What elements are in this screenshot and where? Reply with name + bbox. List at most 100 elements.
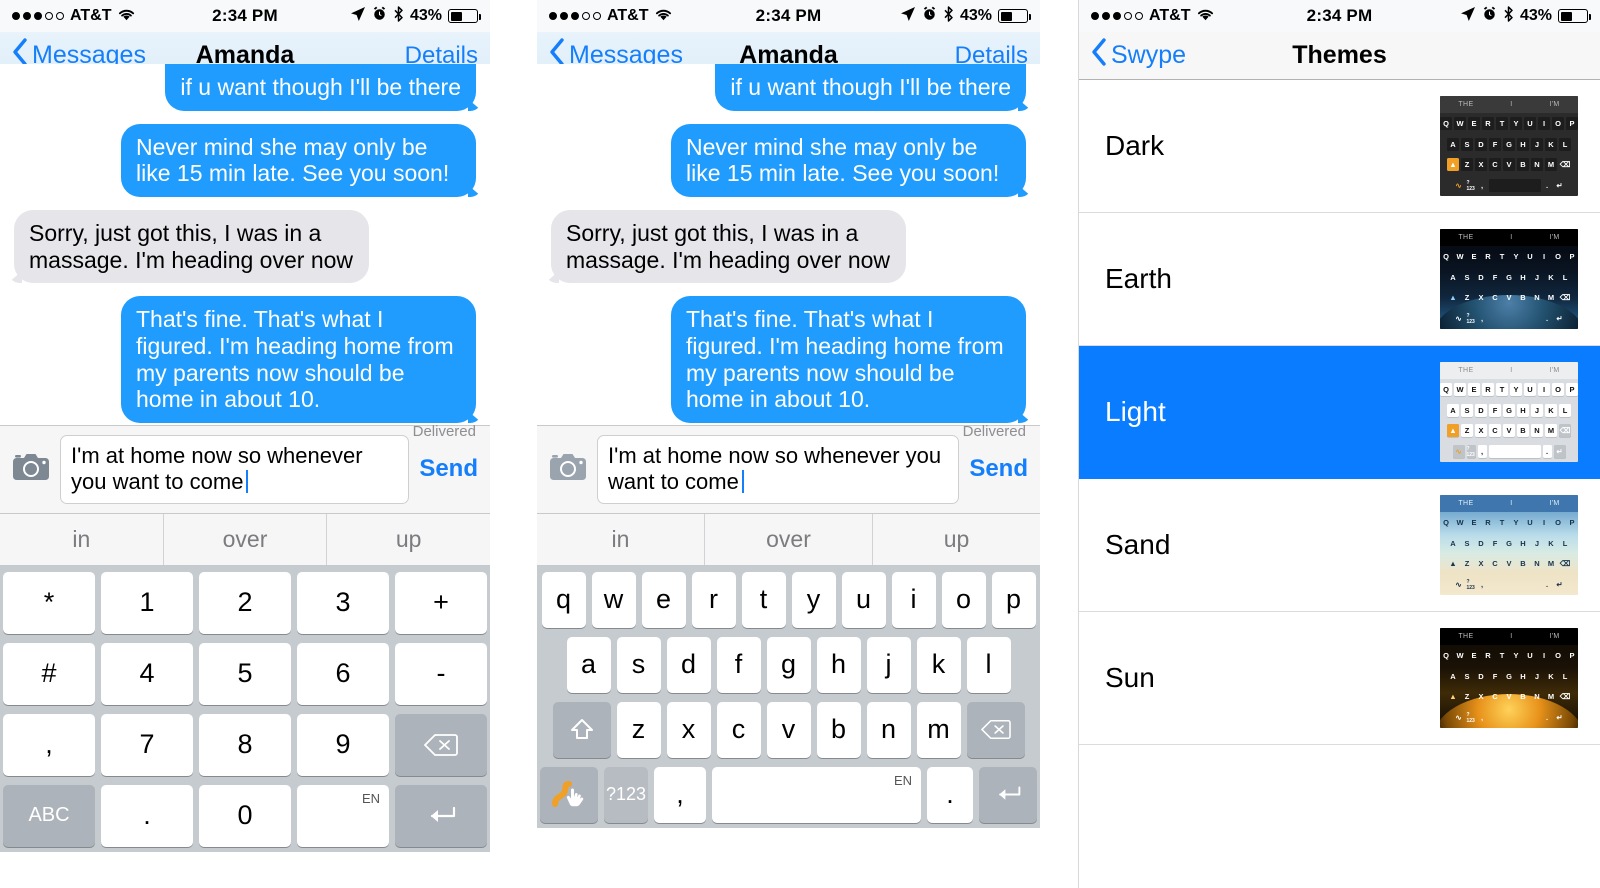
key-o[interactable]: o xyxy=(941,571,986,628)
suggestion-word[interactable]: up xyxy=(872,513,1040,565)
suggestion-word[interactable]: over xyxy=(704,513,872,565)
theme-preview-sun: THE I I'M QWERTYUIOP ASDFGHJKL ▲ Z X C V B N M ⌫ xyxy=(1440,628,1578,728)
key-a[interactable]: a xyxy=(566,636,611,693)
key-7[interactable]: 7 xyxy=(101,713,193,776)
key-period[interactable]: . xyxy=(927,766,973,823)
key-symbols-switch[interactable]: ?123 xyxy=(604,766,648,823)
themes-list-empty-area xyxy=(1079,745,1600,865)
message-bubble-outgoing: if u want though I'll be there xyxy=(715,64,1032,111)
camera-icon[interactable] xyxy=(12,452,50,487)
preview-suggestion: THE xyxy=(1458,101,1474,108)
message-input-field[interactable]: I'm at home now so whenever you want to … xyxy=(597,435,960,504)
details-button[interactable]: Details xyxy=(405,42,478,70)
key-0[interactable]: 0 xyxy=(199,784,291,847)
word-suggestion-bar: in over up xyxy=(537,513,1040,566)
key-comma[interactable]: , xyxy=(654,766,706,823)
message-input-field[interactable]: I'm at home now so whenever you want to … xyxy=(60,435,410,504)
message-bubble-outgoing: Never mind she may only be like 15 min l… xyxy=(121,123,482,198)
key-p[interactable]: p xyxy=(991,571,1036,628)
preview-suggestion-row: THE I I'M xyxy=(1440,96,1578,113)
suggestion-word[interactable]: in xyxy=(0,514,163,565)
status-bar-right: 43% xyxy=(278,5,481,27)
panel-swype-themes: AT&T 2:34 PM 43% Swype Themes Dark THE I… xyxy=(1078,0,1600,888)
suggestion-word[interactable]: over xyxy=(162,513,327,565)
key-6[interactable]: 6 xyxy=(297,642,389,705)
screenshot-stage: AT&T 2:34 PM 43% Messages Amanda Details… xyxy=(0,0,1600,888)
send-button[interactable]: Send xyxy=(419,455,478,483)
back-to-swype-button[interactable]: Swype xyxy=(1091,38,1186,73)
carrier-label: AT&T xyxy=(1149,7,1191,24)
key-e[interactable]: e xyxy=(641,571,686,628)
key-abc-switch[interactable]: ABC xyxy=(3,784,95,847)
battery-percent-label: 43% xyxy=(1519,7,1552,24)
key-h[interactable]: h xyxy=(816,636,861,693)
preview-suggestion: I xyxy=(1510,500,1513,507)
key-hash[interactable]: # xyxy=(3,642,95,705)
key-r[interactable]: r xyxy=(691,571,736,628)
key-space[interactable]: EN xyxy=(297,784,389,847)
key-k[interactable]: k xyxy=(916,636,961,693)
key-3[interactable]: 3 xyxy=(297,571,389,634)
swype-qwerty-keyboard: q w e r t y u i o p a s d f g h j k l z … xyxy=(537,565,1040,828)
key-asterisk[interactable]: * xyxy=(3,571,95,634)
key-y[interactable]: y xyxy=(791,571,836,628)
shift-up-arrow-icon[interactable] xyxy=(552,701,611,758)
message-row: if u want though I'll be there xyxy=(14,64,482,111)
key-m[interactable]: m xyxy=(916,701,961,758)
theme-row-sand[interactable]: Sand THE I I'M QWERTYUIOP ASDFGHJKL ▲ Z X C… xyxy=(1079,479,1600,612)
status-bar: AT&T 2:34 PM 43% xyxy=(537,0,1040,32)
theme-row-dark[interactable]: Dark THE I I'M QWERTYUIOP ASDFGHJKL ▲ Z X C… xyxy=(1079,80,1600,213)
theme-row-light[interactable]: Light THE I I'M QWERTYUIOP ASDFGHJKL ▲ Z X… xyxy=(1079,346,1600,479)
preview-suggestion: THE xyxy=(1458,500,1474,507)
preview-key-row: QWERTYUIOP xyxy=(1440,113,1578,134)
key-c[interactable]: c xyxy=(716,701,761,758)
swype-curve-hand-icon[interactable] xyxy=(540,766,598,823)
key-8[interactable]: 8 xyxy=(199,713,291,776)
key-j[interactable]: j xyxy=(866,636,911,693)
key-s[interactable]: s xyxy=(616,636,661,693)
theme-name-label: Earth xyxy=(1105,263,1172,294)
preview-key-row: ASDFGHJKL xyxy=(1450,538,1568,548)
preview-suggestion: THE xyxy=(1458,633,1474,640)
key-i[interactable]: i xyxy=(891,571,936,628)
key-f[interactable]: f xyxy=(716,636,761,693)
key-z[interactable]: z xyxy=(616,701,661,758)
key-t[interactable]: t xyxy=(741,571,786,628)
preview-key-row: ▲ Z X C V B N M ⌫ xyxy=(1440,155,1578,176)
key-g[interactable]: g xyxy=(766,636,811,693)
key-5[interactable]: 5 xyxy=(199,642,291,705)
backspace-icon[interactable] xyxy=(395,713,487,776)
key-v[interactable]: v xyxy=(766,701,811,758)
key-b[interactable]: b xyxy=(816,701,861,758)
return-icon[interactable] xyxy=(979,766,1037,823)
theme-row-earth[interactable]: Earth THE I I'M QWERTYUIOP ASDFGHJKL ▲ Z… xyxy=(1079,213,1600,346)
key-minus[interactable]: - xyxy=(395,642,487,705)
key-d[interactable]: d xyxy=(666,636,711,693)
suggestion-word[interactable]: up xyxy=(326,513,490,565)
key-q[interactable]: q xyxy=(541,571,586,628)
send-button[interactable]: Send xyxy=(969,455,1028,483)
chevron-left-icon xyxy=(1091,38,1107,73)
key-9[interactable]: 9 xyxy=(297,713,389,776)
key-4[interactable]: 4 xyxy=(101,642,193,705)
key-x[interactable]: x xyxy=(666,701,711,758)
return-icon[interactable] xyxy=(395,784,487,847)
key-u[interactable]: u xyxy=(841,571,886,628)
details-button[interactable]: Details xyxy=(955,42,1028,70)
key-w[interactable]: w xyxy=(591,571,636,628)
keyboard-row: q w e r t y u i o p xyxy=(540,571,1037,628)
key-2[interactable]: 2 xyxy=(199,571,291,634)
key-period[interactable]: . xyxy=(101,784,193,847)
theme-row-sun[interactable]: Sun THE I I'M QWERTYUIOP ASDFGHJKL ▲ Z X… xyxy=(1079,612,1600,745)
key-plus[interactable]: + xyxy=(395,571,487,634)
backspace-icon[interactable] xyxy=(966,701,1025,758)
draft-text: I'm at home now so whenever you want to … xyxy=(608,443,942,495)
key-comma[interactable]: , xyxy=(3,713,95,776)
camera-icon[interactable] xyxy=(549,452,587,487)
key-1[interactable]: 1 xyxy=(101,571,193,634)
key-n[interactable]: n xyxy=(866,701,911,758)
key-l[interactable]: l xyxy=(966,636,1011,693)
key-space[interactable]: EN xyxy=(712,766,921,823)
suggestion-word[interactable]: in xyxy=(537,514,704,565)
preview-key-row: ∿ ?123,. ↵ xyxy=(1455,711,1563,724)
